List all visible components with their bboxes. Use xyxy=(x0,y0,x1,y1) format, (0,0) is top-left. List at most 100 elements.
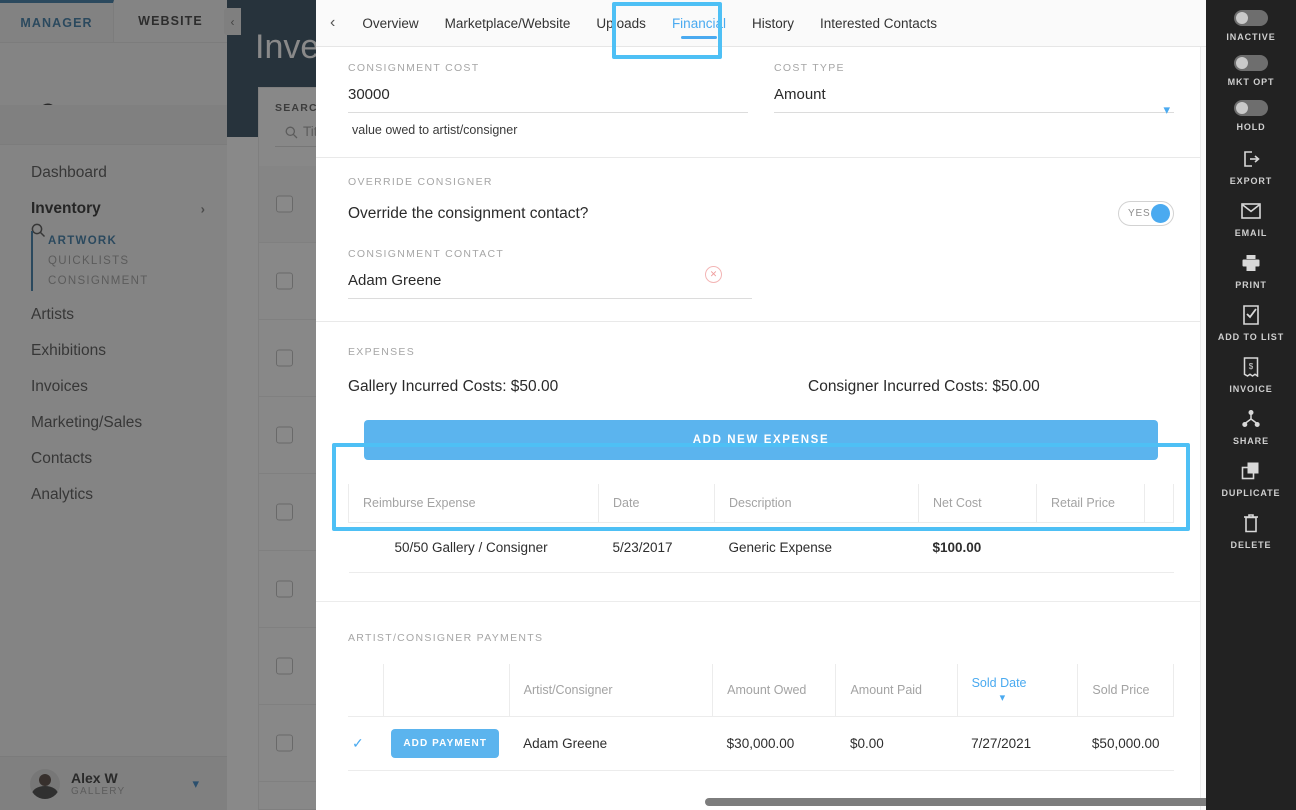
export-icon xyxy=(1240,148,1262,170)
invoice-icon: $ xyxy=(1240,356,1262,378)
payments-horizontal-scrollbar[interactable] xyxy=(705,798,1206,806)
cell-net-cost: $100.00 xyxy=(918,522,1037,573)
tab-marketplace-website[interactable]: Marketplace/Website xyxy=(432,0,584,47)
trash-icon xyxy=(1240,512,1262,534)
tab-history[interactable]: History xyxy=(739,0,807,47)
override-consigner-label: OVERRIDE CONSIGNER xyxy=(348,176,493,188)
rail-label: EXPORT xyxy=(1229,176,1273,186)
rail-action-invoice[interactable]: $ INVOICE xyxy=(1206,356,1296,394)
cell-amount-paid: $0.00 xyxy=(835,716,958,771)
rail-label: EMAIL xyxy=(1234,228,1268,238)
col-amount-owed[interactable]: Amount Owed xyxy=(712,664,837,717)
expenses-section: EXPENSES Gallery Incurred Costs: $50.00 … xyxy=(316,322,1206,573)
action-rail: INACTIVE MKT OPT HOLD EXPORT EMAIL PRINT… xyxy=(1206,0,1296,810)
cost-type-select[interactable]: Amount xyxy=(774,74,1174,113)
cell-description: Generic Expense xyxy=(714,522,919,573)
rail-action-duplicate[interactable]: DUPLICATE xyxy=(1206,460,1296,498)
rail-action-print[interactable]: PRINT xyxy=(1206,252,1296,290)
consigner-incurred-costs: Consigner Incurred Costs: $50.00 xyxy=(808,378,1040,395)
col-sold-date-label: Sold Date xyxy=(971,676,1027,690)
expenses-label: EXPENSES xyxy=(348,346,416,358)
add-payment-button[interactable]: ADD PAYMENT xyxy=(391,729,500,758)
cell-reimburse-expense: 50/50 Gallery / Consigner xyxy=(348,522,599,573)
col-description[interactable]: Description xyxy=(714,484,919,523)
toggle-knob xyxy=(1151,204,1170,223)
override-question: Override the consignment contact? xyxy=(348,204,589,222)
consignment-cost-label: CONSIGNMENT COST xyxy=(348,62,480,74)
rail-toggle-mkt-opt[interactable]: MKT OPT xyxy=(1206,55,1296,87)
app-root: Inventory SEARCH Title xyxy=(0,0,1296,810)
rail-action-add-to-list[interactable]: ADD TO LIST xyxy=(1206,304,1296,342)
col-net-cost[interactable]: Net Cost xyxy=(918,484,1037,523)
rail-label: PRINT xyxy=(1235,280,1267,290)
gallery-incurred-costs: Gallery Incurred Costs: $50.00 xyxy=(348,378,559,395)
tab-financial[interactable]: Financial xyxy=(659,0,739,47)
table-row[interactable]: 50/50 Gallery / Consigner 5/23/2017 Gene… xyxy=(348,522,1174,573)
col-retail-price[interactable]: Retail Price xyxy=(1036,484,1145,523)
rail-label: MKT OPT xyxy=(1227,77,1275,87)
mail-icon xyxy=(1240,200,1262,222)
share-icon xyxy=(1240,408,1262,430)
col-sold-date[interactable]: Sold Date ▾ xyxy=(956,664,1079,717)
tab-interested-contacts[interactable]: Interested Contacts xyxy=(807,0,950,47)
cell-artist-consigner: Adam Greene xyxy=(509,716,713,771)
clear-circle-icon[interactable]: ✕ xyxy=(705,266,722,283)
override-toggle-row: Override the consignment contact? YES xyxy=(348,188,1174,226)
rail-toggle-hold[interactable]: HOLD xyxy=(1206,100,1296,132)
cell-retail-price xyxy=(1036,522,1145,573)
check-icon: ✓ xyxy=(352,735,364,751)
rail-action-email[interactable]: EMAIL xyxy=(1206,200,1296,238)
svg-text:$: $ xyxy=(1249,362,1254,371)
tab-uploads[interactable]: Uploads xyxy=(583,0,659,47)
override-consigner-section: OVERRIDE CONSIGNER Override the consignm… xyxy=(316,158,1206,322)
chevron-left-icon[interactable]: ‹ xyxy=(330,15,335,31)
rail-action-share[interactable]: SHARE xyxy=(1206,408,1296,446)
modal-tabbar: ‹ Overview Marketplace/Website Uploads F… xyxy=(316,0,1206,47)
rail-label: DUPLICATE xyxy=(1221,488,1281,498)
consignment-cost-hint: value owed to artist/consigner xyxy=(352,123,518,137)
cell-expense-actions xyxy=(1144,522,1174,573)
rail-label: SHARE xyxy=(1232,436,1269,446)
cell-sold-price: $50,000.00 xyxy=(1077,716,1174,771)
add-new-expense-button[interactable]: ADD NEW EXPENSE xyxy=(364,420,1158,460)
cell-pay-action: ADD PAYMENT xyxy=(383,716,510,771)
rail-action-export[interactable]: EXPORT xyxy=(1206,148,1296,186)
col-pay-action xyxy=(382,664,510,717)
cell-pay-check: ✓ xyxy=(348,716,384,771)
rail-label: HOLD xyxy=(1236,122,1266,132)
toggle-icon[interactable] xyxy=(1234,55,1268,71)
incurred-costs-row: Gallery Incurred Costs: $50.00 Consigner… xyxy=(348,358,1174,396)
cost-type-field: COST TYPE Amount ▾ xyxy=(774,62,1174,137)
chevron-down-icon[interactable]: ▾ xyxy=(1163,102,1170,118)
cell-date: 5/23/2017 xyxy=(598,522,715,573)
printer-icon xyxy=(1240,252,1262,274)
cell-sold-date: 7/27/2021 xyxy=(957,716,1078,771)
col-date[interactable]: Date xyxy=(598,484,715,523)
table-row[interactable]: ✓ ADD PAYMENT Adam Greene $30,000.00 $0.… xyxy=(348,716,1174,771)
rail-label: ADD TO LIST xyxy=(1217,332,1285,342)
artwork-detail-modal: ‹ Overview Marketplace/Website Uploads F… xyxy=(316,0,1206,810)
tab-overview[interactable]: Overview xyxy=(349,0,431,47)
consignment-cost-section: CONSIGNMENT COST 30000 value owed to art… xyxy=(316,47,1206,158)
col-pay-check xyxy=(348,664,384,717)
col-sold-price[interactable]: Sold Price xyxy=(1077,664,1174,717)
rail-label: DELETE xyxy=(1230,540,1272,550)
consignment-contact-input[interactable]: Adam Greene xyxy=(348,260,752,299)
consignment-cost-field: CONSIGNMENT COST 30000 value owed to art… xyxy=(348,62,748,137)
toggle-icon[interactable] xyxy=(1234,100,1268,116)
col-reimburse-expense[interactable]: Reimburse Expense xyxy=(348,484,599,523)
payments-table: Artist/Consigner Amount Owed Amount Paid… xyxy=(348,664,1174,771)
consignment-cost-input[interactable]: 30000 xyxy=(348,74,748,113)
payments-section: ARTIST/CONSIGNER PAYMENTS Artist/Consign… xyxy=(316,601,1206,771)
expenses-table: Reimburse Expense Date Description Net C… xyxy=(348,484,1174,573)
add-to-list-icon xyxy=(1240,304,1262,326)
toggle-icon[interactable] xyxy=(1234,10,1268,26)
rail-toggle-inactive[interactable]: INACTIVE xyxy=(1206,10,1296,42)
rail-action-delete[interactable]: DELETE xyxy=(1206,512,1296,550)
table-header-row: Reimburse Expense Date Description Net C… xyxy=(348,484,1174,523)
override-toggle[interactable]: YES xyxy=(1118,201,1174,226)
col-amount-paid[interactable]: Amount Paid xyxy=(835,664,958,717)
chevron-down-icon[interactable]: ▾ xyxy=(1000,692,1006,704)
col-artist-consigner[interactable]: Artist/Consigner xyxy=(508,664,714,717)
consignment-contact-label: CONSIGNMENT CONTACT xyxy=(348,248,505,260)
